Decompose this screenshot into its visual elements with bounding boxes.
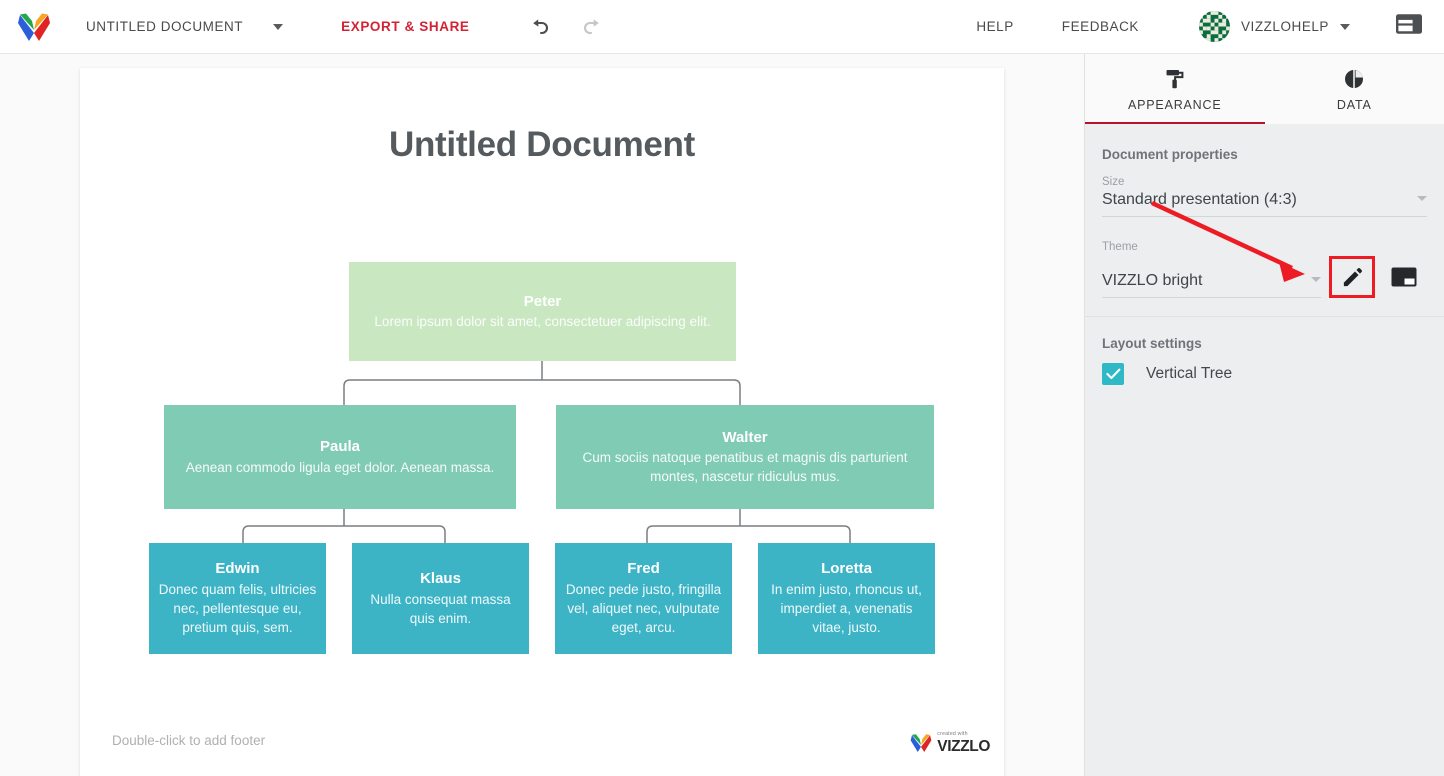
size-field: Size Standard presentation (4:3) — [1102, 176, 1427, 217]
theme-value: VIZZLO bright — [1102, 272, 1203, 289]
node-name: Loretta — [821, 560, 872, 578]
panel-layout-toggle-icon — [1396, 14, 1423, 34]
document-title-menu[interactable]: UNTITLED DOCUMENT — [86, 19, 284, 34]
node-name: Klaus — [420, 570, 461, 587]
node-name: Edwin — [215, 560, 260, 578]
vizzlo-v-logo-icon — [18, 13, 50, 41]
tree-node-walter[interactable]: Walter Cum sociis natoque penatibus et m… — [556, 405, 934, 509]
undo-redo-group — [530, 17, 602, 36]
tab-appearance-label: APPEARANCE — [1128, 97, 1222, 112]
checkmark-icon — [1105, 368, 1120, 380]
node-name: Paula — [319, 438, 361, 456]
chevron-down-icon — [1340, 23, 1350, 30]
vertical-tree-label: Vertical Tree — [1146, 365, 1233, 382]
layout-settings-title: Layout settings — [1102, 336, 1202, 351]
undo-button[interactable] — [530, 17, 551, 36]
vertical-tree-checkbox-row[interactable]: Vertical Tree — [1085, 351, 1444, 385]
size-label: Size — [1102, 176, 1125, 188]
user-name-label: VIZZLOHELP — [1240, 19, 1329, 34]
top-toolbar: UNTITLED DOCUMENT EXPORT & SHARE HELP FE… — [0, 0, 1444, 54]
background-image-icon — [1391, 267, 1417, 287]
tree-node-loretta[interactable]: Loretta In enim justo, rhoncus ut, imper… — [758, 543, 935, 654]
watermark-text: created with VIZZLO — [937, 732, 990, 754]
pie-chart-icon — [1345, 69, 1364, 88]
theme-label: Theme — [1102, 241, 1138, 253]
theme-edit-button[interactable] — [1329, 256, 1375, 298]
org-chart-vertical-tree[interactable]: Peter Lorem ipsum dolor sit amet, consec… — [80, 68, 1004, 776]
user-account-menu[interactable]: VIZZLOHELP — [1198, 11, 1350, 42]
tree-node-klaus[interactable]: Klaus Nulla consequat massa quis enim. — [352, 543, 529, 654]
theme-select[interactable]: VIZZLO bright — [1102, 272, 1321, 298]
canvas-workspace: Untitled Document Peter Lorem ipsum dolo… — [0, 54, 1084, 776]
vertical-tree-checkbox[interactable] — [1102, 363, 1124, 385]
node-name: Walter — [722, 428, 768, 446]
theme-action-buttons — [1329, 256, 1427, 298]
theme-background-button[interactable] — [1381, 256, 1427, 298]
user-identicon-avatar-icon — [1198, 11, 1230, 42]
help-link[interactable]: HELP — [952, 19, 1037, 34]
tab-data-label: DATA — [1336, 97, 1372, 112]
size-select[interactable]: Standard presentation (4:3) — [1102, 191, 1427, 217]
node-description: Donec pede justo, fringilla vel, aliquet… — [565, 582, 722, 636]
avatar — [1198, 11, 1230, 42]
node-description: Donec quam felis, ultricies nec, pellent… — [158, 582, 317, 636]
theme-row: VIZZLO bright — [1102, 256, 1427, 298]
vizzlo-v-logo-icon — [910, 734, 932, 753]
node-description: Nulla consequat massa quis enim. — [370, 591, 511, 626]
document-properties-title: Document properties — [1102, 147, 1238, 162]
node-description: Lorem ipsum dolor sit amet, consectetuer… — [374, 314, 711, 330]
node-description: Cum sociis natoque penatibus et magnis d… — [582, 450, 908, 485]
tree-node-edwin[interactable]: Edwin Donec quam felis, ultricies nec, p… — [149, 543, 326, 654]
feedback-link[interactable]: FEEDBACK — [1038, 19, 1163, 34]
pencil-edit-icon — [1343, 267, 1362, 286]
panel-toggle-button[interactable] — [1396, 13, 1423, 40]
footer-placeholder[interactable]: Double-click to add footer — [112, 733, 265, 748]
node-name: Fred — [627, 560, 660, 578]
export-share-button[interactable]: EXPORT & SHARE — [341, 19, 469, 34]
watermark-small-text: created with — [937, 731, 968, 738]
vizzlo-watermark: created with VIZZLO — [910, 732, 990, 754]
chevron-down-icon — [1311, 277, 1321, 282]
app-logo[interactable] — [0, 12, 68, 42]
theme-field: Theme VIZZLO bright — [1102, 241, 1427, 298]
size-value: Standard presentation (4:3) — [1102, 191, 1297, 208]
watermark-brand: VIZZLO — [937, 737, 990, 755]
top-toolbar-right: HELP FEEDBACK VIZZLOHELP — [952, 0, 1444, 53]
slide-canvas[interactable]: Untitled Document Peter Lorem ipsum dolo… — [80, 68, 1004, 776]
chevron-down-icon — [273, 23, 284, 30]
tree-node-fred[interactable]: Fred Donec pede justo, fringilla vel, al… — [555, 543, 732, 654]
node-description: Aenean commodo ligula eget dolor. Aenean… — [185, 459, 495, 475]
right-properties-panel: APPEARANCE DATA Document properties Size… — [1084, 54, 1444, 776]
document-title-label: UNTITLED DOCUMENT — [86, 19, 244, 34]
tree-node-paula[interactable]: Paula Aenean commodo ligula eget dolor. … — [164, 405, 516, 509]
tree-node-peter[interactable]: Peter Lorem ipsum dolor sit amet, consec… — [349, 262, 736, 361]
chevron-down-icon — [1417, 196, 1427, 201]
tab-data[interactable]: DATA — [1265, 54, 1444, 124]
node-name: Peter — [523, 292, 562, 310]
tab-appearance[interactable]: APPEARANCE — [1085, 54, 1265, 124]
vizzlo-editor-app: UNTITLED DOCUMENT EXPORT & SHARE HELP FE… — [0, 0, 1444, 776]
paint-roller-icon — [1166, 69, 1184, 88]
redo-button[interactable] — [581, 17, 602, 36]
panel-tabs: APPEARANCE DATA — [1085, 54, 1444, 124]
node-description: In enim justo, rhoncus ut, imperdiet a, … — [771, 582, 922, 636]
redo-arrow-icon — [583, 19, 599, 35]
undo-arrow-icon — [532, 19, 548, 35]
